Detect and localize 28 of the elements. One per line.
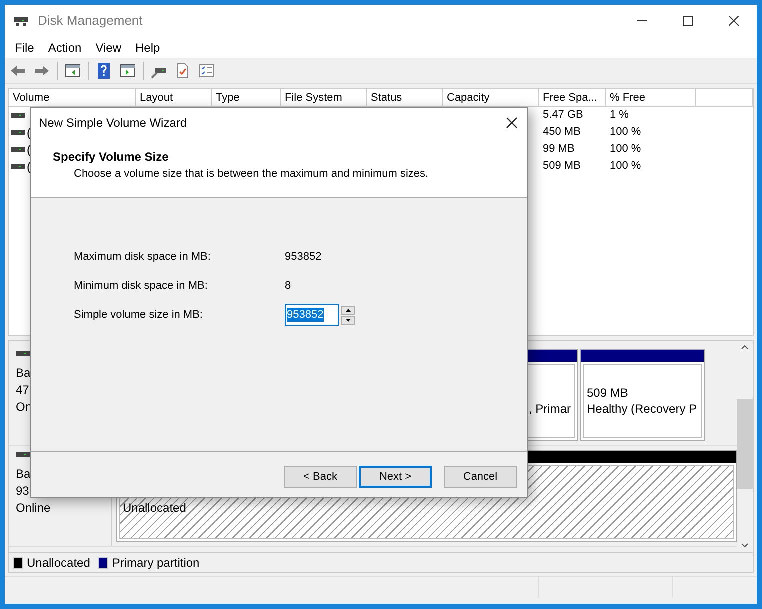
legend-label: Unallocated	[27, 554, 90, 572]
disk-info: 93	[16, 483, 30, 500]
disk-info: Ba	[16, 466, 31, 483]
field-label: Maximum disk space in MB:	[73, 250, 212, 265]
partition-label: , Primar	[529, 401, 571, 417]
partition-label: Unallocated	[123, 500, 188, 516]
table-cell-text: 1 %	[609, 108, 630, 124]
table-cell-text: 100 %	[609, 142, 642, 158]
table-cell-text: 5.47 GB	[542, 108, 584, 124]
disk-info: 47	[16, 382, 30, 399]
disk-info: Ba	[16, 365, 31, 382]
table-cell-text: 100 %	[609, 159, 642, 174]
table-cell-text: 509 MB	[542, 159, 582, 174]
table-cell-text: 99 MB	[542, 142, 576, 158]
field-label: Minimum disk space in MB:	[73, 278, 209, 294]
partition-label: Healthy (Recovery P	[587, 401, 698, 417]
window-title: Disk Management	[38, 12, 143, 30]
dialog-subtitle: Choose a volume size that is between the maximum and minimum sizes.	[73, 167, 430, 182]
table-cell-text: 450 MB	[542, 125, 582, 140]
table-cell-text: 100 %	[609, 125, 642, 140]
dialog-title: New Simple Volume Wizard	[38, 115, 188, 132]
legend-label: Primary partition	[112, 554, 200, 572]
field-label: Simple volume size in MB:	[73, 308, 204, 323]
disk-info: Online	[16, 500, 51, 517]
field-value: 953852	[285, 250, 322, 265]
partition-label: 509 MB	[587, 385, 630, 401]
field-value: 8	[285, 278, 292, 294]
dialog-heading: Specify Volume Size	[52, 149, 170, 166]
